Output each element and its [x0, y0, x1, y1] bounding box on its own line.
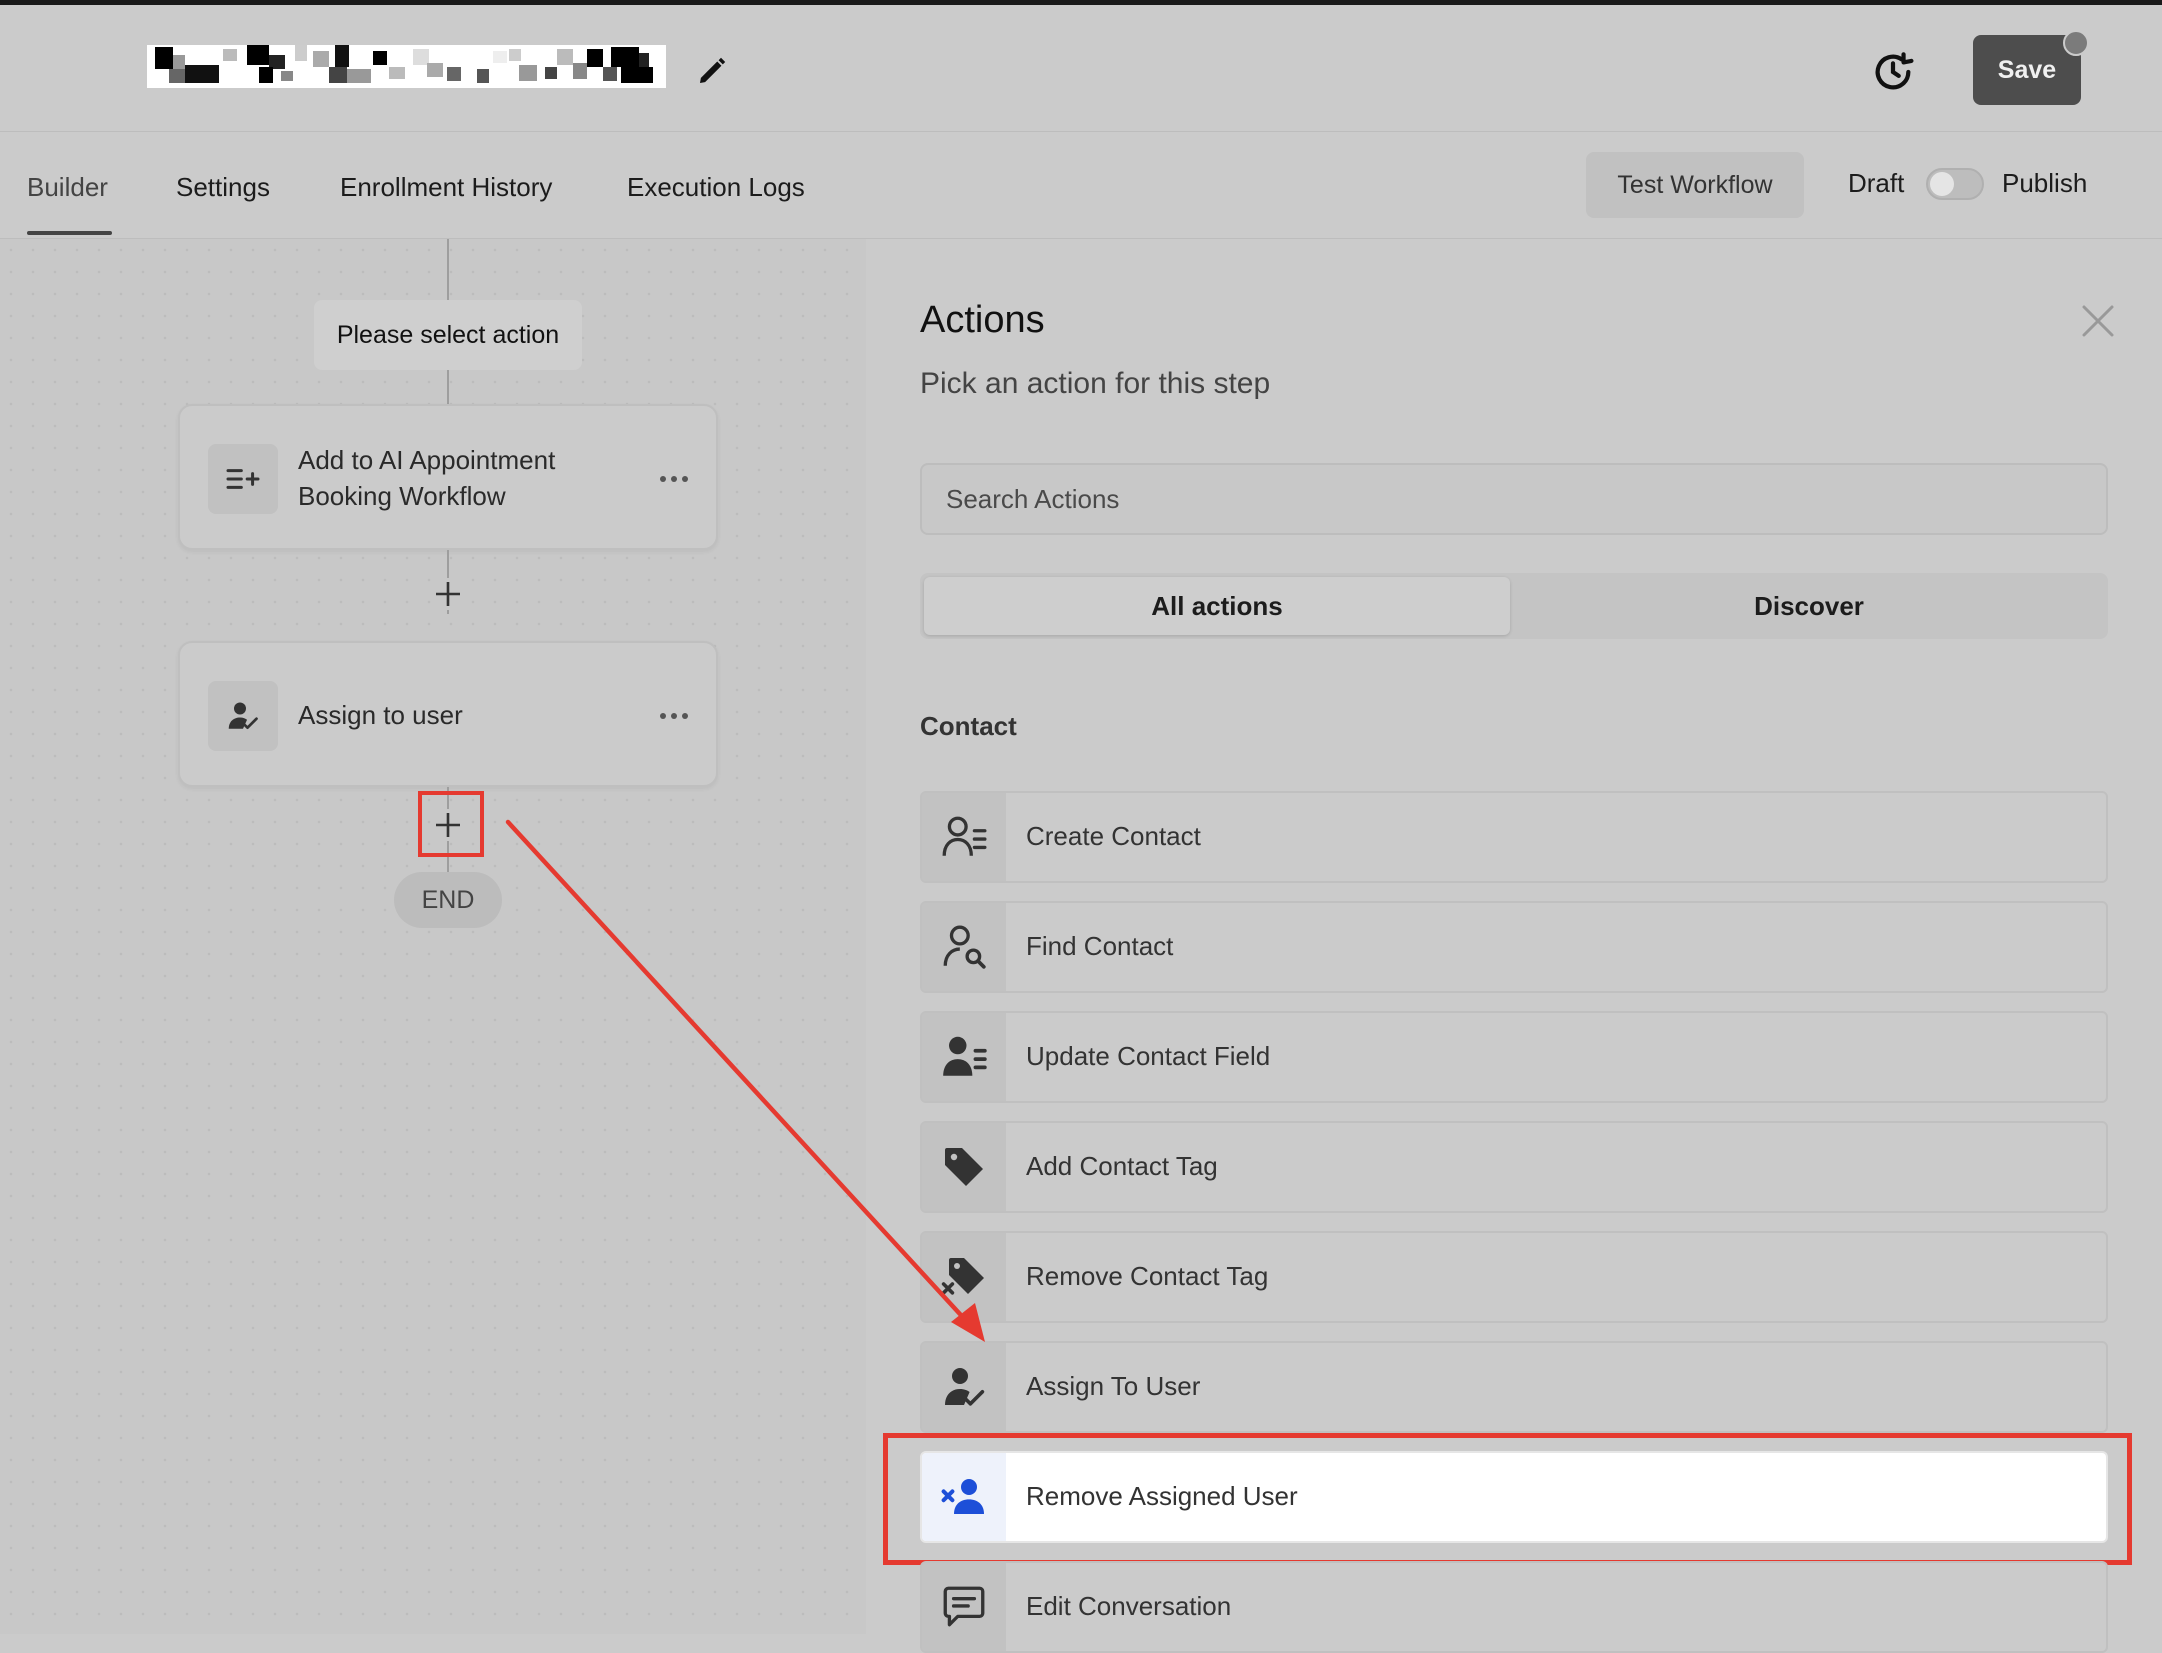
find-contact-icon	[943, 925, 986, 969]
header-bar: Save	[0, 5, 2162, 132]
search-actions-input[interactable]	[920, 463, 2108, 535]
unsaved-indicator-dot	[2063, 30, 2089, 56]
tab-settings[interactable]: Settings	[176, 172, 270, 203]
action-label: Create Contact	[1026, 821, 1201, 851]
update-contact-icon	[943, 1036, 987, 1076]
annotation-highlight-box	[418, 791, 484, 857]
workflow-step-assign-to-user[interactable]: Assign to user	[178, 641, 718, 787]
connector-line	[447, 239, 449, 300]
segment-discover[interactable]: Discover	[1514, 577, 2104, 635]
list-add-icon	[226, 469, 260, 489]
close-icon[interactable]	[2080, 303, 2116, 339]
history-icon[interactable]	[1870, 49, 1916, 95]
action-add-contact-tag[interactable]: Add Contact Tag	[920, 1121, 2108, 1213]
action-label: Remove Contact Tag	[1026, 1261, 1269, 1291]
step-label: Booking Workflow	[298, 481, 506, 511]
chat-icon	[943, 1586, 985, 1627]
more-options-icon[interactable]	[658, 464, 690, 494]
active-tab-underline	[27, 231, 112, 235]
segment-all-actions[interactable]: All actions	[924, 577, 1510, 635]
action-label: Find Contact	[1026, 931, 1174, 961]
connector-line	[447, 370, 449, 404]
action-label: Add Contact Tag	[1026, 1151, 1218, 1181]
more-options-icon[interactable]	[658, 701, 690, 731]
placeholder-step[interactable]: Please select action	[314, 300, 582, 370]
action-assign-to-user[interactable]: Assign To User	[920, 1341, 2108, 1433]
step-label: Assign to user	[298, 700, 463, 730]
section-heading-contact: Contact	[920, 711, 1017, 741]
tab-enrollment-history[interactable]: Enrollment History	[340, 172, 552, 203]
user-check-icon	[208, 681, 278, 751]
action-label: Assign To User	[1026, 1371, 1201, 1401]
toggle-knob	[1930, 172, 1954, 196]
add-step-plus-icon[interactable]	[428, 574, 468, 614]
end-node: END	[394, 872, 502, 928]
tab-execution-logs[interactable]: Execution Logs	[627, 172, 805, 203]
publish-toggle[interactable]	[1926, 168, 1984, 200]
pencil-icon[interactable]	[694, 53, 730, 89]
workflow-canvas[interactable]: Please select action Add to AI Appointme…	[0, 239, 866, 1634]
panel-subtitle: Pick an action for this step	[920, 367, 1271, 400]
workflow-step-add-to-workflow[interactable]: Add to AI Appointment Booking Workflow	[178, 404, 718, 550]
action-create-contact[interactable]: Create Contact	[920, 791, 2108, 883]
tab-builder[interactable]: Builder	[27, 172, 108, 203]
action-label: Edit Conversation	[1026, 1591, 1232, 1621]
create-contact-icon	[942, 816, 987, 856]
tag-icon	[945, 1148, 983, 1186]
action-category-switch: All actions Discover	[920, 573, 2108, 639]
action-remove-contact-tag[interactable]: Remove Contact Tag	[920, 1231, 2108, 1323]
user-check-icon	[228, 702, 258, 730]
action-label: Update Contact Field	[1026, 1041, 1271, 1071]
user-check-icon	[945, 1368, 985, 1406]
step-label: Add to AI Appointment	[298, 445, 556, 475]
tab-bar: Builder Settings Enrollment History Exec…	[0, 132, 2162, 239]
tag-remove-icon	[941, 1258, 984, 1295]
list-add-icon	[208, 444, 278, 514]
publish-label: Publish	[2002, 168, 2088, 198]
action-update-contact-field[interactable]: Update Contact Field	[920, 1011, 2108, 1103]
workflow-title-redacted[interactable]	[147, 45, 666, 88]
actions-panel: Actions Pick an action for this step All…	[866, 239, 2162, 1653]
test-workflow-button[interactable]: Test Workflow	[1586, 152, 1804, 218]
draft-label: Draft	[1848, 168, 1905, 198]
annotation-highlight-box	[883, 1433, 2132, 1565]
action-edit-conversation[interactable]: Edit Conversation	[920, 1561, 2108, 1653]
action-find-contact[interactable]: Find Contact	[920, 901, 2108, 993]
panel-title: Actions	[920, 299, 1045, 341]
